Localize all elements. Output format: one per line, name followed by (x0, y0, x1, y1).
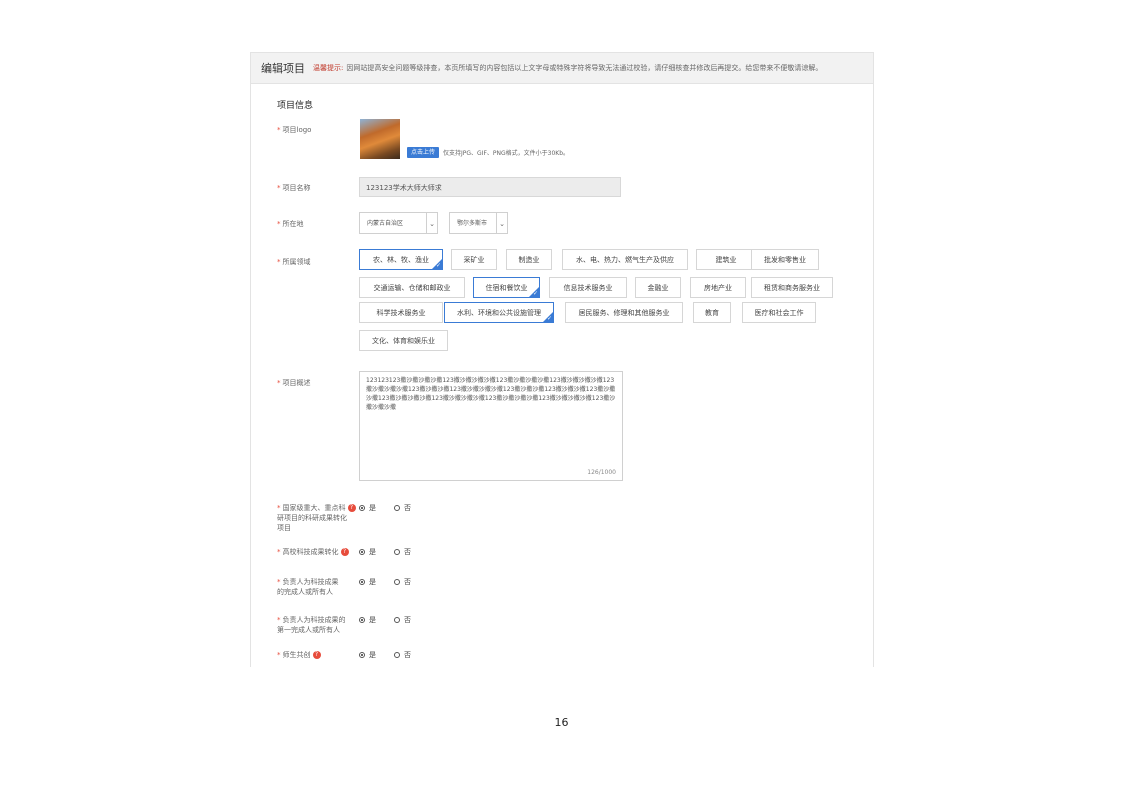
upload-button[interactable]: 点击上传 (407, 147, 439, 158)
question-label-line: 负责人为科技成果的 (282, 616, 346, 624)
section-title: 项目信息 (277, 101, 314, 111)
question-label: * 高校科技成果转化? (277, 547, 349, 557)
radio-dot-icon (394, 652, 400, 658)
radio-yes[interactable]: 是 (359, 547, 376, 557)
radio-no[interactable]: 否 (394, 650, 411, 660)
page-number: 16 (554, 716, 569, 729)
description-label: * 项目概述 (277, 379, 311, 387)
radio-dot-icon (359, 652, 365, 658)
radio-label: 否 (404, 651, 411, 659)
radio-label: 否 (404, 504, 411, 512)
location-label: * 所在地 (277, 220, 304, 228)
industry-tag[interactable]: 住宿和餐饮业 ✓ (473, 277, 540, 298)
required-mark: * (277, 548, 281, 556)
province-select[interactable]: 内蒙古自治区 ⌄ (359, 212, 438, 234)
required-mark: * (277, 616, 281, 624)
check-icon: ✓ (435, 262, 441, 269)
industry-tag[interactable]: 金融业 (635, 277, 681, 298)
industry-label: * 所属领域 (277, 258, 311, 266)
question-label-line: 第一完成人或所有人 (277, 626, 340, 634)
radio-yes[interactable]: 是 (359, 503, 376, 513)
required-mark: * (277, 578, 281, 586)
radio-no[interactable]: 否 (394, 615, 411, 625)
radio-no[interactable]: 否 (394, 503, 411, 513)
industry-tag[interactable]: 采矿业 (451, 249, 497, 270)
edit-project-panel: 编辑项目 温馨提示: 因网站提高安全问题等级排查，本页所填写的内容包括以上文字母… (250, 52, 874, 667)
industry-tag[interactable]: 建筑业 (696, 249, 756, 270)
description-counter: 126/1000 (587, 469, 616, 476)
help-icon[interactable]: ? (312, 651, 321, 659)
radio-dot-icon (394, 505, 400, 511)
industry-tag[interactable]: 水、电、热力、燃气生产及供应 (562, 249, 688, 270)
industry-tag[interactable]: 信息技术服务业 (549, 277, 627, 298)
question-label: * 负责人为科技成果的第一完成人或所有人 (277, 615, 346, 635)
radio-yes[interactable]: 是 (359, 650, 376, 660)
radio-dot-icon (394, 579, 400, 585)
industry-tag[interactable]: 医疗和社会工作 (742, 302, 816, 323)
radio-dot-icon (394, 549, 400, 555)
radio-label: 是 (369, 651, 376, 659)
project-logo-image (360, 119, 400, 159)
radio-label: 是 (369, 616, 376, 624)
radio-dot-icon (359, 579, 365, 585)
question-label-line: 高校科技成果转化 (282, 548, 339, 556)
industry-tag[interactable]: 教育 (693, 302, 731, 323)
tip-label: 温馨提示: (313, 64, 344, 72)
industry-tag[interactable]: 农、林、牧、渔业 ✓ (359, 249, 443, 270)
name-label: * 项目名称 (277, 184, 311, 192)
question-label: * 师生共创? (277, 650, 321, 660)
required-mark: * (277, 504, 281, 512)
question-label-line: 国家级重大、重点科 (282, 504, 346, 512)
radio-dot-icon (359, 549, 365, 555)
radio-dot-icon (359, 505, 365, 511)
radio-yes[interactable]: 是 (359, 577, 376, 587)
upload-hint: 仅支持JPG、GIF、PNG格式，文件小于30Kb。 (443, 150, 570, 157)
industry-tag[interactable]: 文化、体育和娱乐业 (359, 330, 448, 351)
description-textarea[interactable]: 123123123撒沙撒沙撒沙撒123撒沙撒沙撒沙撒123撒沙撒沙撒沙撒123撒… (359, 371, 623, 481)
industry-tag[interactable]: 制造业 (506, 249, 552, 270)
page-title: 编辑项目 (261, 62, 305, 75)
required-mark: * (277, 651, 281, 659)
question-label: * 国家级重大、重点科? 研项目的科研成果转化 项目 (277, 503, 356, 533)
help-icon[interactable]: ? (340, 548, 349, 556)
radio-label: 否 (404, 616, 411, 624)
question-label: * 负责人为科技成果的完成人或所有人 (277, 577, 339, 597)
radio-label: 是 (369, 548, 376, 556)
industry-tag[interactable]: 交通运输、仓储和邮政业 (359, 277, 465, 298)
tip-text: 因网站提高安全问题等级排查，本页所填写的内容包括以上文字母或特殊字符将导致无法通… (346, 64, 823, 72)
help-icon[interactable]: ? (347, 504, 356, 512)
industry-tag[interactable]: 居民服务、修理和其他服务业 (565, 302, 683, 323)
chevron-down-icon: ⌄ (496, 213, 507, 233)
check-icon: ✓ (532, 290, 538, 297)
city-select[interactable]: 鄂尔多斯市 ⌄ (449, 212, 508, 234)
question-label-line: 研项目的科研成果转化 (277, 514, 347, 522)
radio-dot-icon (394, 617, 400, 623)
radio-label: 否 (404, 548, 411, 556)
industry-tag[interactable]: 科学技术服务业 (359, 302, 443, 323)
question-label-line: 项目 (277, 524, 291, 532)
radio-label: 是 (369, 504, 376, 512)
radio-dot-icon (359, 617, 365, 623)
chevron-down-icon: ⌄ (426, 213, 437, 233)
industry-tag[interactable]: 水利、环境和公共设施管理 ✓ (444, 302, 554, 323)
question-label-line: 的完成人或所有人 (277, 588, 333, 596)
question-label-line: 师生共创 (282, 651, 311, 659)
industry-tag[interactable]: 批发和零售业 (751, 249, 819, 270)
radio-no[interactable]: 否 (394, 577, 411, 587)
question-label-line: 负责人为科技成果 (282, 578, 339, 586)
project-name-field[interactable]: 123123学术大师大师求 (359, 177, 621, 197)
industry-tag[interactable]: 房地产业 (690, 277, 746, 298)
check-icon: ✓ (546, 315, 552, 322)
industry-tag[interactable]: 租赁和商务服务业 (751, 277, 833, 298)
radio-label: 是 (369, 578, 376, 586)
radio-yes[interactable]: 是 (359, 615, 376, 625)
logo-label: * 项目logo (277, 126, 312, 134)
page-header: 编辑项目 温馨提示: 因网站提高安全问题等级排查，本页所填写的内容包括以上文字母… (251, 53, 873, 84)
radio-label: 否 (404, 578, 411, 586)
radio-no[interactable]: 否 (394, 547, 411, 557)
